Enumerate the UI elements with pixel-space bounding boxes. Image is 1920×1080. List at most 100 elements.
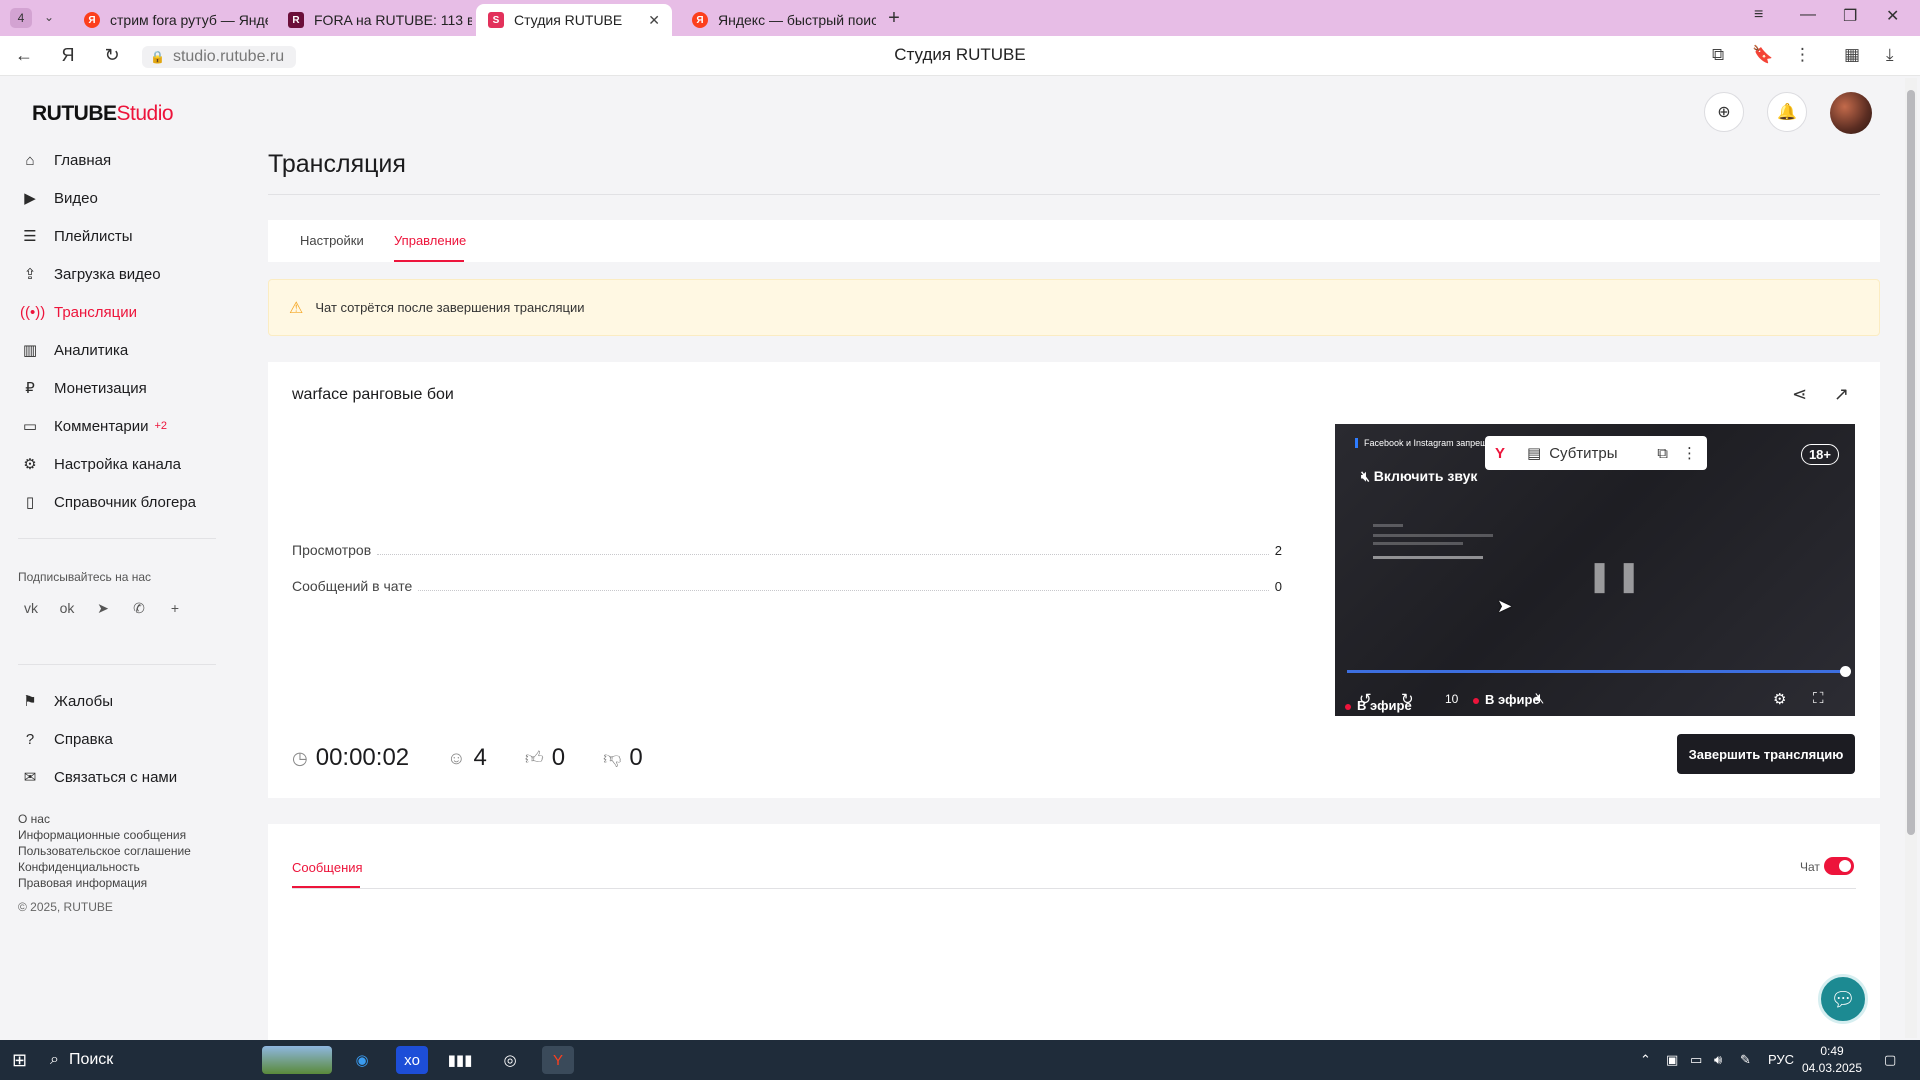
footer-link-agreement[interactable]: Пользовательское соглашение: [18, 844, 191, 858]
mail-icon: ✉: [23, 769, 37, 786]
odnoklassniki-icon[interactable]: ok: [56, 600, 78, 622]
notifications-tray-icon[interactable]: ▢: [1884, 1052, 1896, 1068]
subtitles-icon[interactable]: ▤: [1527, 444, 1541, 462]
close-window-icon[interactable]: ✕: [1886, 6, 1899, 26]
sidebar-item-monetization[interactable]: ₽ Монетизация: [20, 375, 146, 401]
telegram-icon[interactable]: ➤: [92, 600, 114, 622]
volume-icon[interactable]: 🔊︎: [1714, 1052, 1722, 1068]
video-player[interactable]: Facebook и Instagram запрещены 🔇︎ Включи…: [1335, 424, 1855, 716]
notifications-button[interactable]: 🔔: [1767, 92, 1807, 132]
video-overlay-note: Facebook и Instagram запрещены: [1355, 438, 1504, 448]
minimize-icon[interactable]: —: [1800, 6, 1816, 24]
sidebar-item-contact[interactable]: ✉ Связаться с нами: [20, 764, 177, 790]
tray-chevron-icon[interactable]: ⌃: [1640, 1052, 1651, 1068]
tabs-dropdown-icon[interactable]: ⌄: [44, 10, 54, 24]
more-social-icon[interactable]: +: [164, 600, 186, 622]
extensions-icon[interactable]: ⧉: [1712, 45, 1724, 65]
pip-icon[interactable]: ⧉: [1657, 445, 1668, 462]
browser-tab-2[interactable]: R FORA на RUTUBE: 113 ви: [276, 4, 472, 36]
app-circle-icon[interactable]: ◉: [346, 1046, 378, 1074]
avatar[interactable]: [1830, 92, 1872, 134]
viber-icon[interactable]: ✆: [128, 600, 150, 622]
support-chat-button[interactable]: 💬︎: [1818, 974, 1868, 1024]
browser-tab-3-active[interactable]: S Студия RUTUBE ✕: [476, 4, 672, 36]
download-icon[interactable]: ⤓: [1886, 45, 1894, 65]
widget-icon[interactable]: [262, 1046, 332, 1074]
sidebar-item-channel-settings[interactable]: ⚙ Настройка канала: [20, 451, 181, 477]
sidebar-item-help[interactable]: ? Справка: [20, 726, 113, 752]
replay-10-icon[interactable]: 10: [1445, 692, 1458, 706]
clock-date: 04.03.2025: [1801, 1061, 1863, 1075]
browser-tab-4[interactable]: Я Яндекс — быстрый поиск: [680, 4, 876, 36]
stat-label: Сообщений в чате: [292, 578, 413, 594]
tab-settings[interactable]: Настройки: [300, 233, 364, 248]
tab-management[interactable]: Управление: [394, 233, 466, 248]
more-icon[interactable]: ⋮: [1682, 444, 1697, 462]
yandex-favicon-icon: Я: [84, 12, 100, 28]
live-indicator-right[interactable]: В эфире: [1473, 692, 1540, 707]
close-tab-icon[interactable]: ✕: [638, 12, 660, 29]
pause-icon[interactable]: ❚❚: [1587, 559, 1645, 594]
player-settings-icon[interactable]: ⚙: [1773, 690, 1786, 708]
progress-handle[interactable]: [1840, 666, 1851, 677]
restore-icon[interactable]: ❐: [1843, 6, 1857, 26]
end-broadcast-button[interactable]: Завершить трансляцию: [1677, 734, 1855, 774]
page-scrollbar[interactable]: [1905, 78, 1917, 1038]
taskbar-search[interactable]: ⌕ Поиск: [50, 1046, 252, 1074]
sidebar-item-complaints[interactable]: ⚑ Жалобы: [20, 688, 113, 714]
app-xo-icon[interactable]: xo: [396, 1046, 428, 1074]
share-icon[interactable]: ⋖: [1792, 384, 1807, 405]
new-tab-icon[interactable]: +: [882, 6, 906, 30]
stream-metrics: ◷ 00:00:02 ☺ 4 👍︎ 0 👎︎ 0: [292, 744, 681, 772]
sidebar-item-label: Аналитика: [54, 341, 129, 359]
tab-messages[interactable]: Сообщения: [292, 860, 363, 875]
fullscreen-icon[interactable]: ⛶: [1813, 690, 1824, 707]
sidebar-item-comments[interactable]: ▭ Комментарии +2: [20, 413, 167, 439]
tab-count-badge[interactable]: 4: [10, 8, 32, 28]
viewers-icon: ☺: [447, 747, 466, 768]
stat-label: Просмотров: [292, 542, 372, 558]
sidebar-item-playlists[interactable]: ☰ Плейлисты: [20, 223, 132, 249]
footer-link-about[interactable]: О нас: [18, 812, 50, 826]
rutube-studio-logo[interactable]: RUTUBEStudio: [32, 102, 174, 126]
scrollbar-thumb[interactable]: [1907, 90, 1915, 835]
volume-muted-icon[interactable]: 🔇︎: [1535, 690, 1544, 707]
sidebar-item-video[interactable]: ▶ Видео: [20, 185, 98, 211]
app-obs-icon[interactable]: ◎: [494, 1046, 526, 1074]
footer-link-legal[interactable]: Правовая информация: [18, 876, 147, 890]
vk-icon[interactable]: vk: [20, 600, 42, 622]
menu-icon[interactable]: ≡: [1754, 6, 1763, 24]
bookmark-icon[interactable]: 🔖: [1752, 45, 1773, 65]
clock[interactable]: 0:49 04.03.2025: [1792, 1043, 1872, 1077]
video-progress-bar[interactable]: [1347, 670, 1847, 673]
thumbs-down-icon: 👎︎: [603, 748, 622, 768]
bell-icon: 🔔: [1777, 104, 1797, 121]
open-external-icon[interactable]: ↗: [1834, 384, 1849, 405]
sidebar-item-broadcasts[interactable]: ((•)) Трансляции: [20, 299, 137, 325]
unmute-label: Включить звук: [1373, 468, 1478, 484]
yandex-logo-icon[interactable]: Y: [1495, 445, 1505, 462]
live-indicator-left: В эфире: [1345, 698, 1412, 713]
footer-link-info[interactable]: Информационные сообщения: [18, 828, 186, 842]
browser-tab-1[interactable]: Я стрим fora рутуб — Янде: [72, 4, 268, 36]
unmute-button[interactable]: 🔇︎ Включить звук: [1361, 468, 1477, 485]
add-content-button[interactable]: ⊕: [1704, 92, 1744, 132]
subtitles-label[interactable]: Субтитры: [1549, 445, 1617, 462]
more-options-icon[interactable]: ⋮: [1794, 45, 1811, 65]
pen-icon[interactable]: ✎: [1740, 1052, 1751, 1068]
collections-icon[interactable]: ▦: [1844, 45, 1860, 65]
windows-start-icon[interactable]: ⊞: [12, 1050, 27, 1071]
chat-toggle[interactable]: [1824, 857, 1854, 875]
network-icon[interactable]: ▭: [1690, 1052, 1702, 1068]
sidebar-item-handbook[interactable]: ▯ Справочник блогера: [20, 489, 196, 515]
sidebar-item-home[interactable]: ⌂ Главная: [20, 147, 111, 173]
metric-value: 4: [473, 744, 487, 771]
tray-camera-icon[interactable]: ▣: [1666, 1052, 1678, 1068]
footer-link-privacy[interactable]: Конфиденциальность: [18, 860, 140, 874]
playlist-icon: ☰: [23, 228, 37, 245]
app-chart-icon[interactable]: ▮▮▮: [444, 1046, 476, 1074]
language-indicator[interactable]: РУС: [1768, 1052, 1794, 1067]
sidebar-item-upload[interactable]: ⇪ Загрузка видео: [20, 261, 161, 287]
yandex-browser-icon[interactable]: Y: [542, 1046, 574, 1074]
sidebar-item-analytics[interactable]: ▥ Аналитика: [20, 337, 128, 363]
